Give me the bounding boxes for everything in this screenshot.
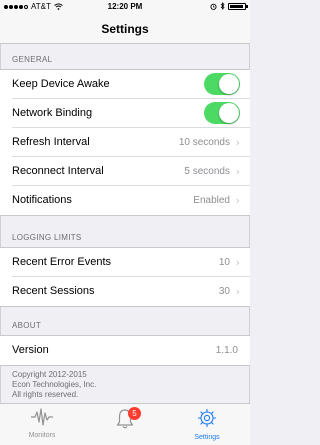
status-bar: AT&T 12:20 PM xyxy=(0,0,250,14)
logging-group: Recent Error Events 10 › Recent Sessions… xyxy=(0,247,250,307)
recent-errors-value: 10 xyxy=(218,257,230,268)
recent-errors-row[interactable]: Recent Error Events 10 › xyxy=(12,248,250,277)
reconnect-interval-label: Reconnect Interval xyxy=(12,165,104,177)
page-title: Settings xyxy=(101,22,149,36)
tab-monitors[interactable]: Monitors xyxy=(12,408,72,439)
notifications-label: Notifications xyxy=(12,194,72,206)
reconnect-interval-value: 5 seconds xyxy=(184,166,230,177)
tab-monitors-label: Monitors xyxy=(28,432,56,439)
general-group: Keep Device Awake Network Binding Refres… xyxy=(0,69,250,216)
tab-settings-label: Settings xyxy=(194,434,220,441)
battery-icon xyxy=(228,2,248,10)
about-group: Version 1.1.0 xyxy=(0,335,250,366)
refresh-interval-row[interactable]: Refresh Interval 10 seconds › xyxy=(12,128,250,157)
navigation-bar: Settings xyxy=(0,14,250,44)
copyright-line: Copyright 2012-2015 xyxy=(12,370,87,379)
chevron-right-icon: › xyxy=(235,136,240,149)
bluetooth-icon xyxy=(220,2,225,10)
tab-bar: Monitors 5 Settings xyxy=(0,403,250,445)
keep-awake-toggle[interactable] xyxy=(204,73,240,95)
copyright-text: Copyright 2012-2015 Econ Technologies, I… xyxy=(12,370,96,400)
status-right xyxy=(210,2,248,10)
refresh-interval-label: Refresh Interval xyxy=(12,136,90,148)
about-section-header: ABOUT xyxy=(12,321,42,330)
chevron-right-icon: › xyxy=(235,256,240,269)
network-binding-label: Network Binding xyxy=(12,107,93,119)
copyright-line: All rights reserved. xyxy=(12,390,79,399)
gear-icon xyxy=(198,409,216,427)
version-row: Version 1.1.0 xyxy=(12,336,250,365)
chevron-right-icon: › xyxy=(235,165,240,178)
notifications-row[interactable]: Notifications Enabled › xyxy=(12,186,250,215)
chevron-right-icon: › xyxy=(235,194,240,207)
network-binding-row: Network Binding xyxy=(12,99,250,128)
keep-awake-label: Keep Device Awake xyxy=(12,78,110,90)
keep-awake-row: Keep Device Awake xyxy=(12,70,250,99)
alerts-badge: 5 xyxy=(128,407,141,420)
refresh-interval-value: 10 seconds xyxy=(178,137,230,148)
tab-settings[interactable]: Settings xyxy=(177,408,237,441)
network-binding-toggle[interactable] xyxy=(204,102,240,124)
general-section-header: GENERAL xyxy=(12,55,53,64)
recent-sessions-row[interactable]: Recent Sessions 30 › xyxy=(12,277,250,306)
recent-errors-label: Recent Error Events xyxy=(12,256,112,268)
chevron-right-icon: › xyxy=(235,285,240,298)
copyright-line: Econ Technologies, Inc. xyxy=(12,380,97,389)
alarm-icon xyxy=(210,3,217,10)
reconnect-interval-row[interactable]: Reconnect Interval 5 seconds › xyxy=(12,157,250,186)
version-label: Version xyxy=(12,344,49,356)
recent-sessions-value: 30 xyxy=(218,286,230,297)
notifications-value: Enabled xyxy=(193,195,230,206)
recent-sessions-label: Recent Sessions xyxy=(12,285,95,297)
waveform-icon xyxy=(31,408,53,426)
logging-section-header: LOGGING LIMITS xyxy=(12,233,82,242)
version-value: 1.1.0 xyxy=(215,345,238,356)
tab-alerts[interactable]: 5 xyxy=(95,407,155,436)
